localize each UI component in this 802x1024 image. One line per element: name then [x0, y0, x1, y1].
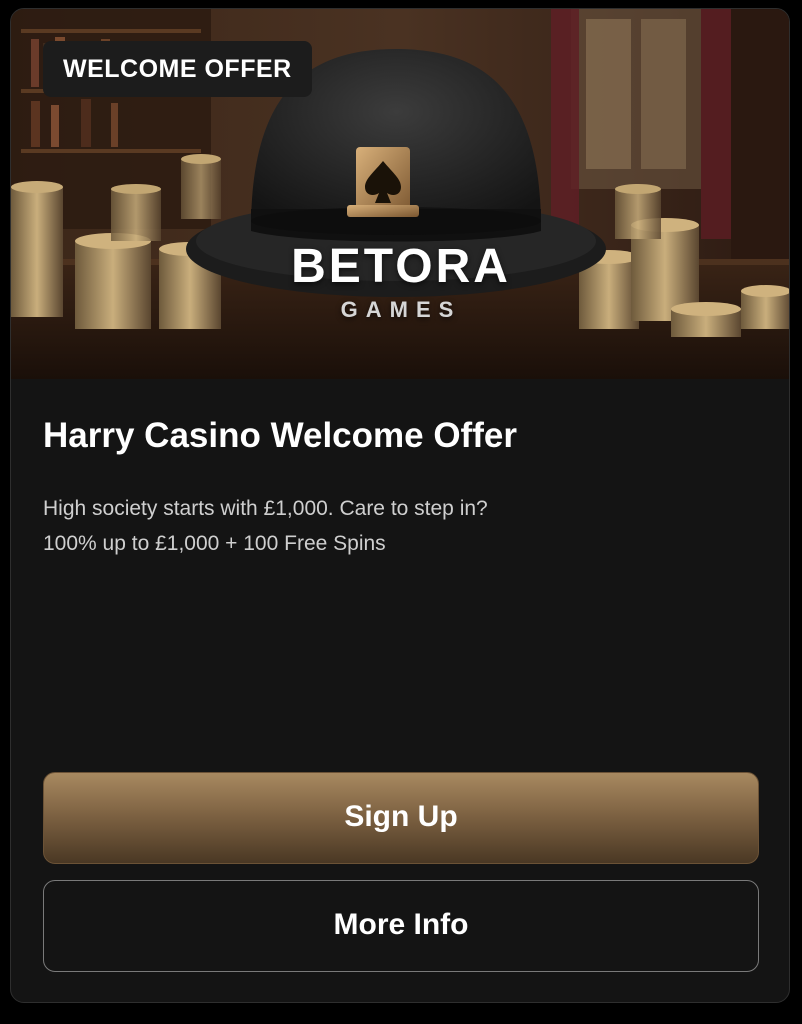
offer-description: High society starts with £1,000. Care to… [43, 491, 488, 561]
offer-title: Harry Casino Welcome Offer [43, 416, 517, 455]
offer-description-line: High society starts with £1,000. Care to… [43, 497, 488, 520]
offer-description-line: 100% up to £1,000 + 100 Free Spins [43, 532, 386, 555]
welcome-offer-badge: WELCOME OFFER [43, 41, 312, 97]
hero-image: WELCOME OFFER BETORA GAMES [11, 9, 789, 379]
sign-up-button[interactable]: Sign Up [43, 772, 759, 864]
more-info-button[interactable]: More Info [43, 880, 759, 972]
offer-card: WELCOME OFFER BETORA GAMES Harry Casino … [10, 8, 790, 1003]
